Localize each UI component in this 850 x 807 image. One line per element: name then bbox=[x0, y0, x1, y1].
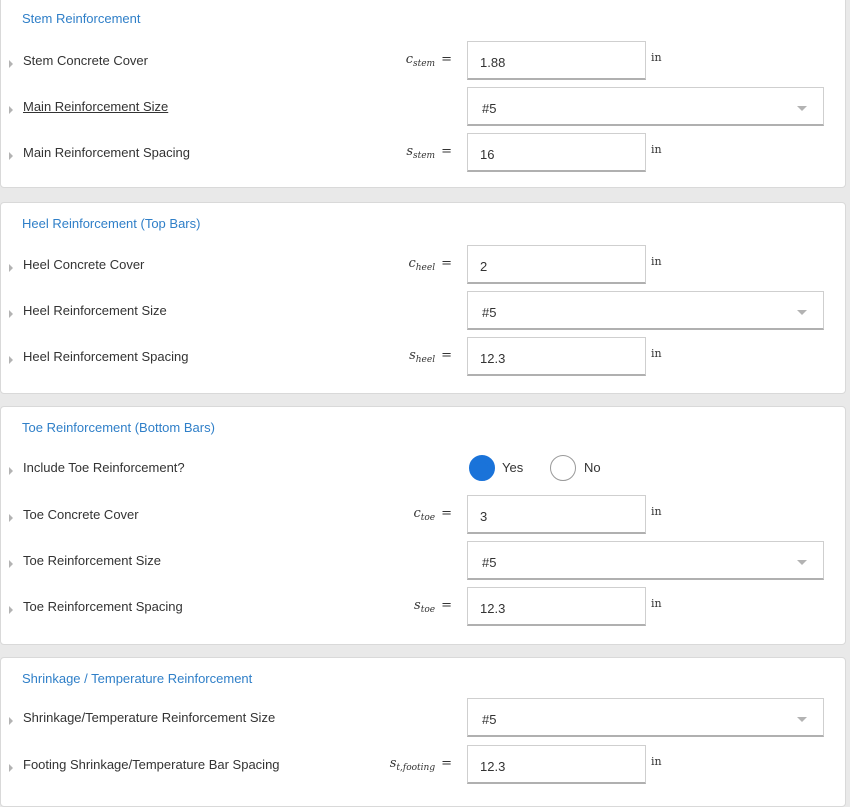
row-label: Stem Concrete Cover bbox=[23, 53, 148, 68]
section-stem-reinforcement: Stem Reinforcement Stem Concrete Cover c… bbox=[0, 0, 846, 188]
select-value: #5 bbox=[482, 101, 497, 116]
unit-label: in bbox=[651, 755, 662, 768]
unit-label: in bbox=[651, 597, 662, 610]
toe-spacing-input[interactable]: 12.3 bbox=[467, 587, 646, 626]
chevron-down-icon bbox=[797, 560, 807, 565]
select-value: #5 bbox=[482, 305, 497, 320]
math-symbol: ctoe = bbox=[413, 506, 452, 523]
unit-label: in bbox=[651, 255, 662, 268]
math-symbol: sstem = bbox=[406, 144, 452, 161]
section-title: Toe Reinforcement (Bottom Bars) bbox=[22, 420, 215, 435]
row-label: Heel Reinforcement Spacing bbox=[23, 349, 189, 364]
caret-right-icon[interactable] bbox=[9, 106, 13, 114]
math-symbol: stoe = bbox=[414, 598, 452, 615]
select-value: #5 bbox=[482, 555, 497, 570]
row-label[interactable]: Main Reinforcement Size bbox=[23, 99, 168, 114]
shrinkage-reinforcement-size-select[interactable]: #5 bbox=[467, 698, 824, 737]
caret-right-icon[interactable] bbox=[9, 310, 13, 318]
row-label: Footing Shrinkage/Temperature Bar Spacin… bbox=[23, 757, 280, 772]
heel-reinforcement-size-select[interactable]: #5 bbox=[467, 291, 824, 330]
section-title: Shrinkage / Temperature Reinforcement bbox=[22, 671, 253, 686]
math-symbol: sheel = bbox=[409, 348, 452, 365]
section-title: Stem Reinforcement bbox=[22, 11, 141, 26]
row-label: Shrinkage/Temperature Reinforcement Size bbox=[23, 710, 276, 725]
select-value: #5 bbox=[482, 712, 497, 727]
row-label: Main Reinforcement Spacing bbox=[23, 145, 190, 160]
main-reinforcement-size-select[interactable]: #5 bbox=[467, 87, 824, 126]
radio-yes[interactable] bbox=[469, 455, 495, 481]
row-label: Toe Reinforcement Spacing bbox=[23, 599, 183, 614]
caret-right-icon[interactable] bbox=[9, 514, 13, 522]
math-symbol: cheel = bbox=[408, 256, 452, 273]
heel-spacing-input[interactable]: 12.3 bbox=[467, 337, 646, 376]
row-label: Heel Reinforcement Size bbox=[23, 303, 167, 318]
row-label: Toe Reinforcement Size bbox=[23, 553, 162, 568]
section-shrinkage-temperature-reinforcement: Shrinkage / Temperature Reinforcement Sh… bbox=[0, 657, 846, 807]
math-symbol: st,footing = bbox=[389, 756, 452, 773]
section-title: Heel Reinforcement (Top Bars) bbox=[22, 216, 201, 231]
caret-right-icon[interactable] bbox=[9, 467, 13, 475]
caret-right-icon[interactable] bbox=[9, 264, 13, 272]
row-label: Heel Concrete Cover bbox=[23, 257, 145, 272]
math-symbol: cstem = bbox=[405, 52, 452, 69]
caret-right-icon[interactable] bbox=[9, 764, 13, 772]
row-label: Toe Concrete Cover bbox=[23, 507, 139, 522]
caret-right-icon[interactable] bbox=[9, 717, 13, 725]
toe-cover-input[interactable]: 3 bbox=[467, 495, 646, 534]
row-label: Include Toe Reinforcement? bbox=[23, 460, 185, 475]
unit-label: in bbox=[651, 347, 662, 360]
section-heel-reinforcement: Heel Reinforcement (Top Bars) Heel Concr… bbox=[0, 202, 846, 394]
heel-cover-input[interactable]: 2 bbox=[467, 245, 646, 284]
chevron-down-icon bbox=[797, 310, 807, 315]
unit-label: in bbox=[651, 143, 662, 156]
caret-right-icon[interactable] bbox=[9, 60, 13, 68]
footing-shrinkage-spacing-input[interactable]: 12.3 bbox=[467, 745, 646, 784]
caret-right-icon[interactable] bbox=[9, 560, 13, 568]
caret-right-icon[interactable] bbox=[9, 606, 13, 614]
caret-right-icon[interactable] bbox=[9, 152, 13, 160]
radio-yes-label[interactable]: Yes bbox=[502, 460, 523, 475]
radio-no-label[interactable]: No bbox=[584, 460, 601, 475]
radio-no[interactable] bbox=[550, 455, 576, 481]
stem-cover-input[interactable]: 1.88 bbox=[467, 41, 646, 80]
toe-reinforcement-size-select[interactable]: #5 bbox=[467, 541, 824, 580]
chevron-down-icon bbox=[797, 106, 807, 111]
unit-label: in bbox=[651, 505, 662, 518]
main-spacing-input[interactable]: 16 bbox=[467, 133, 646, 172]
chevron-down-icon bbox=[797, 717, 807, 722]
section-toe-reinforcement: Toe Reinforcement (Bottom Bars) Include … bbox=[0, 406, 846, 645]
caret-right-icon[interactable] bbox=[9, 356, 13, 364]
unit-label: in bbox=[651, 51, 662, 64]
